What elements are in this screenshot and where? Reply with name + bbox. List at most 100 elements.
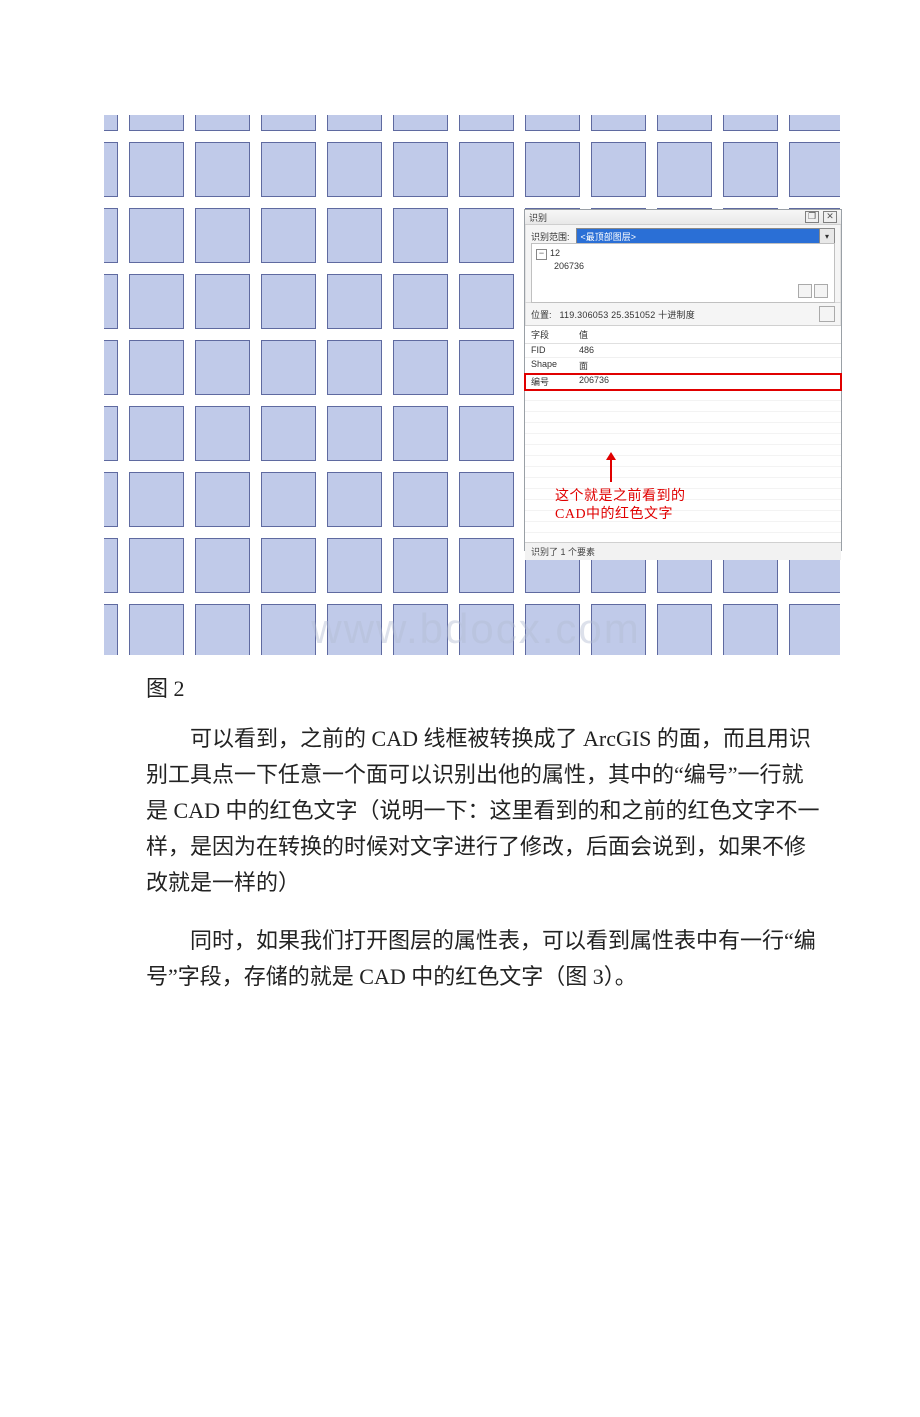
- tree-tool-icon[interactable]: [814, 284, 828, 298]
- body-text: 可以看到，之前的 CAD 线框被转换成了 ArcGIS 的面，而且用识别工具点一…: [146, 721, 824, 995]
- tree-tool-icon[interactable]: [798, 284, 812, 298]
- paragraph-2: 同时，如果我们打开图层的属性表，可以看到属性表中有一行“编号”字段，存储的就是 …: [146, 923, 824, 995]
- grid-cell: [196, 143, 249, 196]
- document-page: 识别 ❐ ✕ 识别范围: <最顶部图层> ▾ −12 206736: [0, 115, 920, 1417]
- grid-cell: [130, 407, 183, 460]
- tree-child[interactable]: 206736: [554, 260, 830, 272]
- grid-cell: [262, 115, 315, 130]
- identify-scope-value: <最顶部图层>: [577, 230, 819, 243]
- grid-cell: [104, 407, 117, 460]
- grid-cell: [328, 143, 381, 196]
- grid-cell: [460, 473, 513, 526]
- grid-cell: [130, 275, 183, 328]
- grid-cell: [130, 341, 183, 394]
- identify-tree[interactable]: −12 206736: [531, 243, 835, 303]
- field-row-shape: Shape 面: [525, 358, 841, 374]
- identify-scope-label: 识别范围:: [531, 230, 570, 243]
- grid-cell: [724, 605, 777, 655]
- grid-cell: [328, 605, 381, 655]
- grid-cell: [262, 341, 315, 394]
- grid-cell: [328, 115, 381, 130]
- grid-cell: [394, 143, 447, 196]
- field-row-id-highlighted: 编号 206736: [525, 374, 841, 390]
- grid-cell: [130, 605, 183, 655]
- grid-cell: [196, 539, 249, 592]
- grid-cell: [328, 473, 381, 526]
- grid-cell: [394, 407, 447, 460]
- grid-cell: [526, 115, 579, 130]
- identify-window: 识别 ❐ ✕ 识别范围: <最顶部图层> ▾ −12 206736: [524, 209, 842, 551]
- grid-cell: [460, 605, 513, 655]
- grid-cell: [104, 605, 117, 655]
- grid-cell: [262, 539, 315, 592]
- grid-cell: [460, 341, 513, 394]
- grid-cell: [394, 473, 447, 526]
- grid-cell: [196, 341, 249, 394]
- grid-cell: [196, 275, 249, 328]
- identify-scope-dropdown[interactable]: <最顶部图层> ▾: [576, 228, 835, 244]
- grid-cell: [196, 407, 249, 460]
- identify-location-row: 位置: 119.306053 25.351052 十进制度: [525, 302, 841, 325]
- grid-cell: [328, 341, 381, 394]
- header-value: 值: [579, 328, 835, 341]
- grid-cell: [104, 275, 117, 328]
- field-blank-area: 这个就是之前看到的 CAD中的红色文字: [525, 390, 841, 542]
- chevron-down-icon[interactable]: ▾: [819, 229, 834, 243]
- paragraph-1: 可以看到，之前的 CAD 线框被转换成了 ArcGIS 的面，而且用识别工具点一…: [146, 721, 824, 901]
- grid-cell: [526, 143, 579, 196]
- grid-cell: [196, 115, 249, 130]
- grid-cell: [394, 209, 447, 262]
- grid-cell: [262, 209, 315, 262]
- grid-cell: [592, 143, 645, 196]
- grid-cell: [394, 115, 447, 130]
- identify-status: 识别了 1 个要素: [525, 542, 841, 560]
- grid-cell: [196, 605, 249, 655]
- identify-field-table: 字段 值 FID 486 Shape 面 编号 206736: [525, 325, 841, 542]
- tree-minus-icon[interactable]: −: [536, 249, 547, 260]
- annotation-arrow: [605, 452, 617, 484]
- grid-cell: [262, 143, 315, 196]
- tree-toolbar: [798, 284, 828, 298]
- grid-cell: [460, 115, 513, 130]
- grid-cell: [262, 275, 315, 328]
- tree-root[interactable]: −12: [536, 247, 830, 260]
- grid-cell: [130, 115, 183, 130]
- grid-cell: [262, 605, 315, 655]
- grid-cell: [724, 115, 777, 130]
- location-tool-icon[interactable]: [819, 306, 835, 322]
- grid-cell: [104, 209, 117, 262]
- annotation-text: 这个就是之前看到的 CAD中的红色文字: [555, 488, 686, 524]
- grid-cell: [658, 143, 711, 196]
- identify-location-value: 119.306053 25.351052 十进制度: [560, 308, 811, 321]
- grid-cell: [658, 115, 711, 130]
- grid-cell: [262, 407, 315, 460]
- grid-cell: [328, 275, 381, 328]
- figure-2: 识别 ❐ ✕ 识别范围: <最顶部图层> ▾ −12 206736: [104, 115, 848, 655]
- identify-title: 识别: [529, 211, 801, 224]
- grid-cell: [724, 143, 777, 196]
- grid-cell: [104, 143, 117, 196]
- grid-cell: [104, 115, 117, 130]
- grid-cell: [526, 605, 579, 655]
- close-icon[interactable]: ✕: [823, 211, 837, 223]
- header-field: 字段: [531, 328, 579, 341]
- grid-cell: [790, 143, 840, 196]
- grid-cell: [790, 605, 840, 655]
- grid-cell: [658, 605, 711, 655]
- grid-cell: [328, 407, 381, 460]
- window-restore-icon[interactable]: ❐: [805, 211, 819, 223]
- grid-cell: [394, 275, 447, 328]
- grid-cell: [130, 473, 183, 526]
- grid-cell: [394, 341, 447, 394]
- grid-cell: [592, 115, 645, 130]
- field-row-fid: FID 486: [525, 344, 841, 358]
- grid-cell: [104, 539, 117, 592]
- grid-cell: [130, 209, 183, 262]
- grid-cell: [262, 473, 315, 526]
- grid-cell: [328, 539, 381, 592]
- arrow-down-icon: [605, 452, 617, 484]
- identify-location-label: 位置:: [531, 308, 552, 321]
- grid-cell: [460, 539, 513, 592]
- grid-cell: [394, 605, 447, 655]
- figure-caption: 图 2: [146, 671, 920, 703]
